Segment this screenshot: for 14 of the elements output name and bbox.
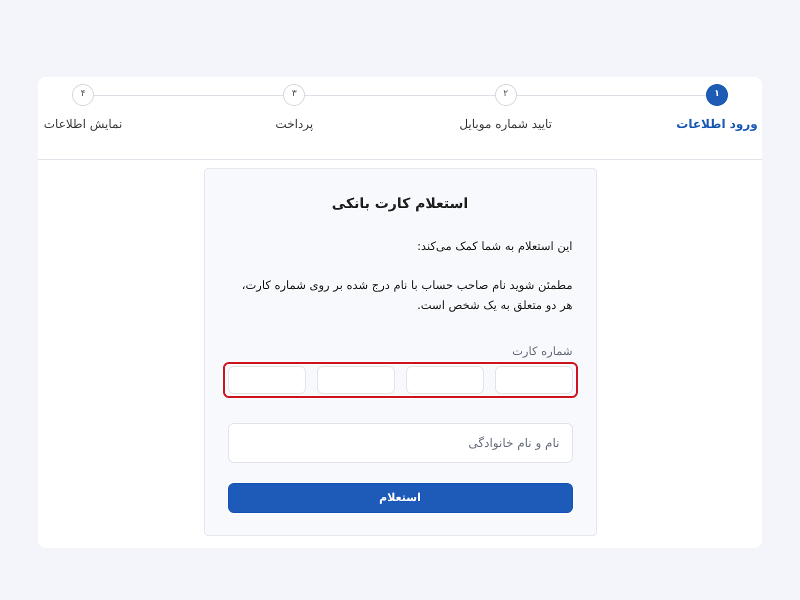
card-number-label: شماره کارت: [511, 343, 572, 360]
step-label: نمایش اطلاعات: [44, 116, 122, 133]
intro-text: این استعلام به شما کمک می‌کند:: [416, 238, 572, 255]
card-number-field[interactable]: [406, 366, 484, 394]
step-label: تایید شماره موبایل: [459, 116, 552, 133]
description-text: مطمئن شوید نام صاحب حساب با نام درج شده بر روی شماره کارت، هر دو متعلق به یک شخص است.: [240, 277, 572, 314]
step-label: پرداخت: [275, 116, 314, 133]
submit-button[interactable]: استعلام: [228, 483, 572, 513]
form-title: استعلام کارت بانکی: [330, 195, 470, 214]
card-number-field[interactable]: [228, 366, 306, 394]
card-number-field[interactable]: [494, 366, 572, 394]
name-field[interactable]: نام و نام خانوادگی: [228, 423, 572, 463]
card-number-field[interactable]: [316, 366, 394, 394]
step-label: ورود اطلاعات: [676, 116, 758, 133]
